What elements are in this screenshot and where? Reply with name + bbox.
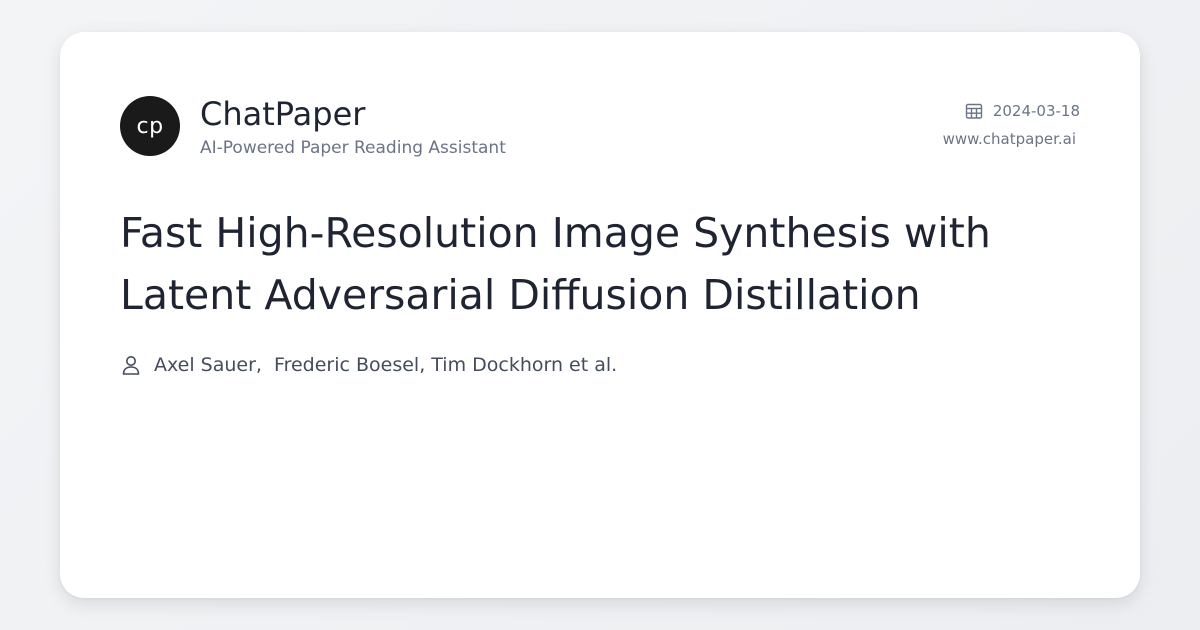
publish-date: 2024-03-18 (992, 102, 1080, 120)
calendar-icon (965, 103, 983, 119)
authors-row: Axel Sauer, Frederic Boesel, Tim Dockhor… (120, 354, 617, 376)
brand-logo: cp (120, 96, 180, 156)
date-row: 2024-03-18 (943, 100, 1080, 122)
brand-logo-text: cp (136, 113, 164, 139)
paper-title: Fast High-Resolution Image Synthesis wit… (120, 209, 991, 319)
brand-tagline: AI-Powered Paper Reading Assistant (200, 138, 506, 158)
share-card: cp ChatPaper AI-Powered Paper Reading As… (60, 32, 1140, 598)
authors-text: Axel Sauer, Frederic Boesel, Tim Dockhor… (154, 354, 618, 376)
meta-info: 2024-03-18 www.chatpaper.ai (943, 100, 1080, 148)
website-url: www.chatpaper.ai (942, 130, 1076, 148)
brand-name: ChatPaper (200, 95, 366, 133)
user-icon (122, 356, 140, 375)
